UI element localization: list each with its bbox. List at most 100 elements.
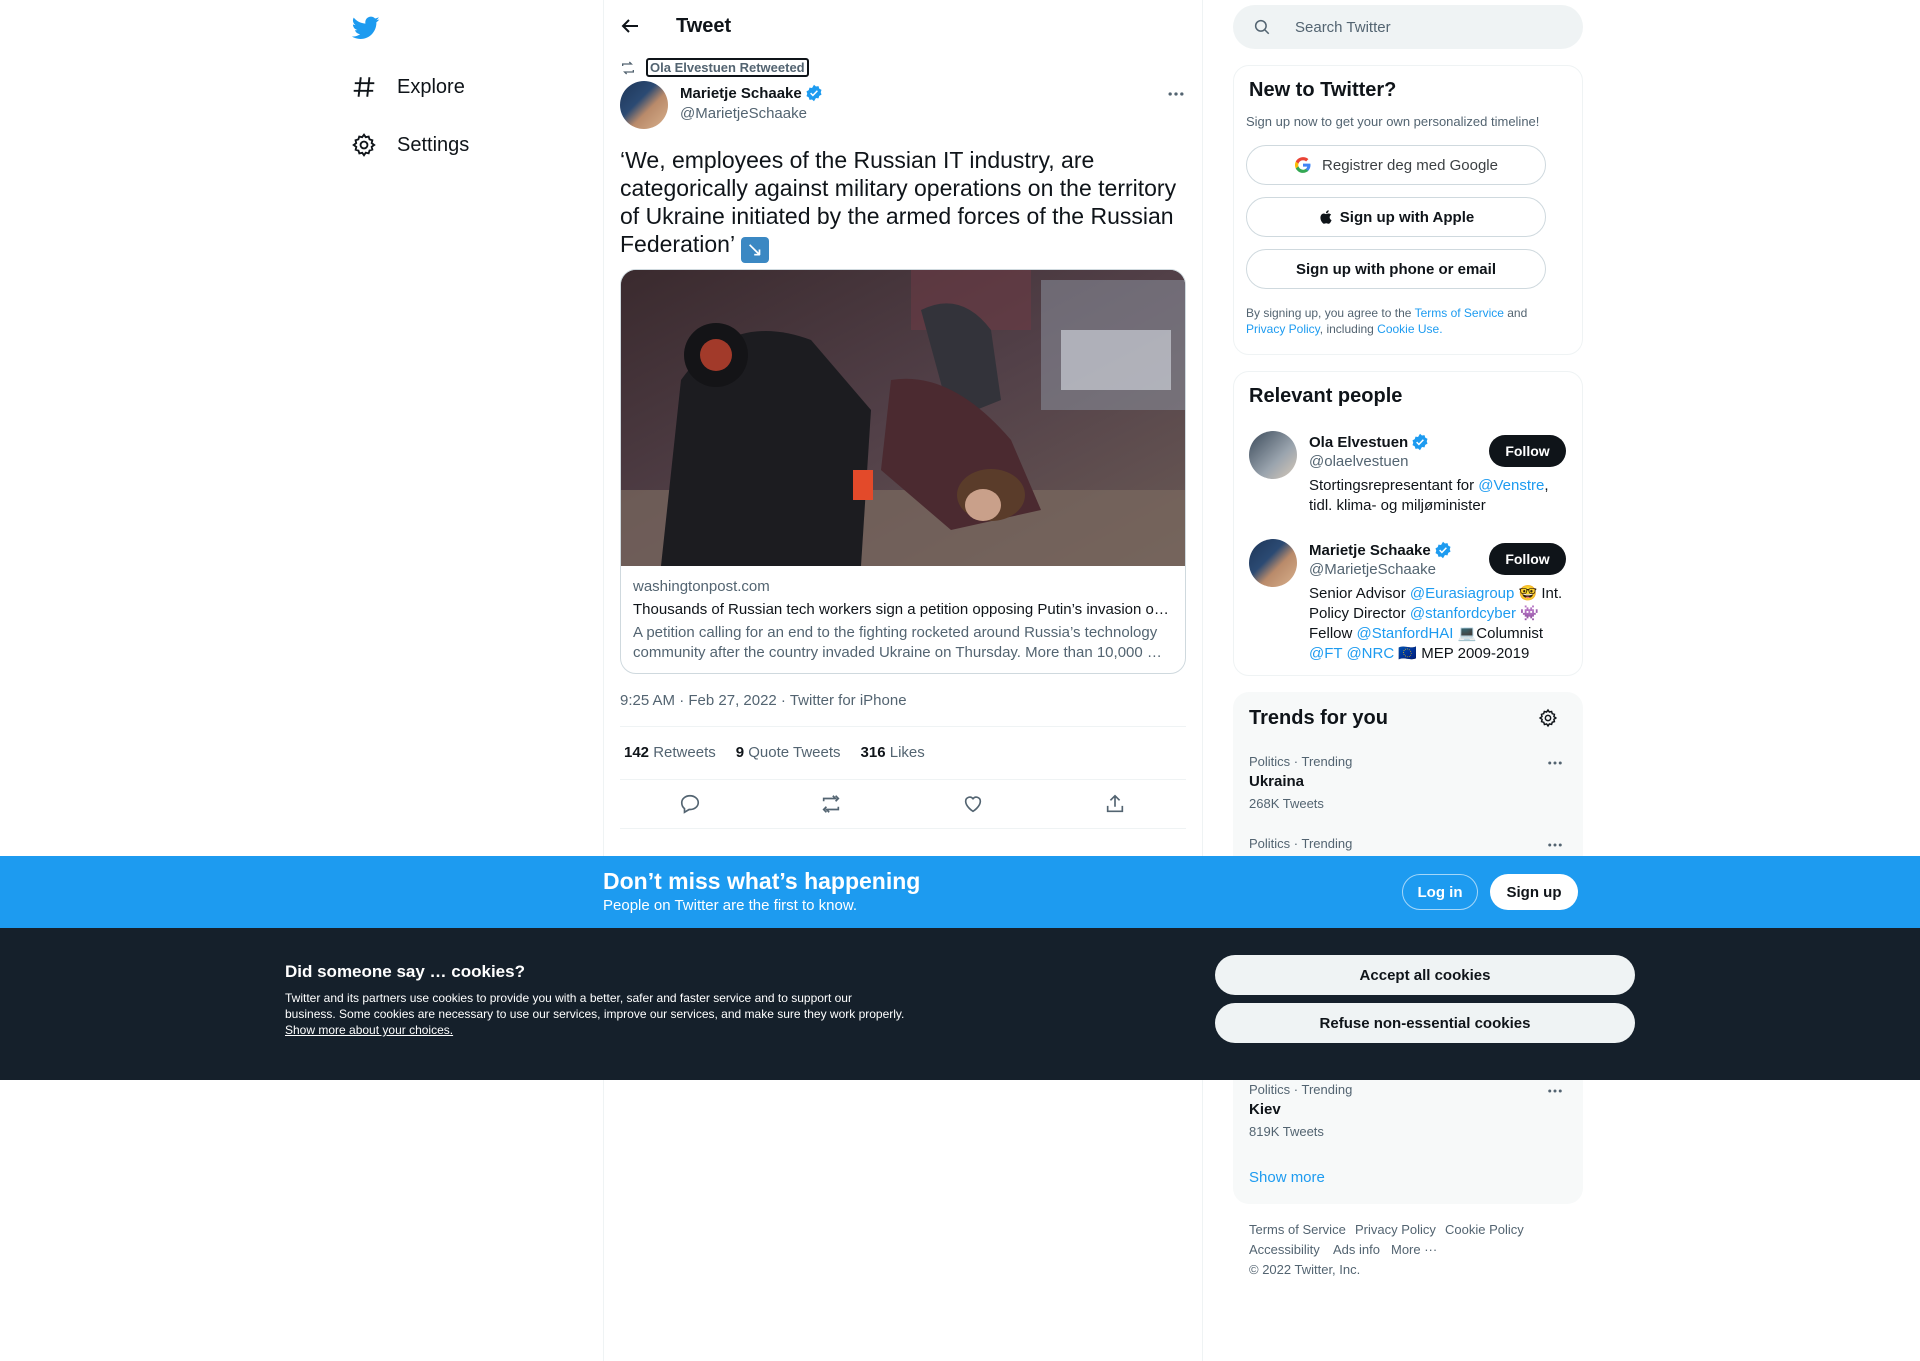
back-arrow-icon[interactable] xyxy=(618,14,642,38)
person-name[interactable]: Marietje Schaake xyxy=(1309,541,1452,559)
trend-name[interactable]: Ukraina xyxy=(1249,773,1304,790)
cookie-use-link[interactable]: Cookie Use. xyxy=(1377,322,1442,336)
divider xyxy=(620,726,1186,727)
trend-meta: Politics · Trending xyxy=(1249,754,1353,769)
bio-mention-link[interactable]: @StanfordHAI xyxy=(1357,625,1454,642)
trend-more-icon[interactable] xyxy=(1546,754,1566,774)
person-name-text: Ola Elvestuen xyxy=(1309,433,1409,451)
signup-button[interactable]: Sign up xyxy=(1490,874,1578,910)
like-icon[interactable] xyxy=(962,793,984,815)
footer-terms-link[interactable]: Terms of Service xyxy=(1249,1222,1346,1237)
signup-legal: By signing up, you agree to the Terms of… xyxy=(1246,305,1556,337)
trend-count: 268K Tweets xyxy=(1249,796,1324,811)
trend-more-icon[interactable] xyxy=(1546,1082,1566,1102)
retweets-count: 142 xyxy=(624,744,650,761)
gear-icon xyxy=(351,132,377,158)
likes-label: Likes xyxy=(889,744,925,761)
cookie-choices-link[interactable]: Show more about your choices. xyxy=(285,1023,453,1037)
privacy-link[interactable]: Privacy Policy xyxy=(1246,322,1320,336)
search-box[interactable] xyxy=(1233,5,1583,49)
footer-privacy-link[interactable]: Privacy Policy xyxy=(1355,1222,1436,1237)
trend-more-icon[interactable] xyxy=(1546,836,1566,856)
trend-meta: Politics · Trending xyxy=(1249,1082,1353,1097)
signup-banner xyxy=(0,856,1920,928)
tweet-body: ‘We, employees of the Russian IT industr… xyxy=(620,147,1177,257)
trends-settings-gear-icon[interactable] xyxy=(1538,708,1558,728)
verified-badge-icon xyxy=(1434,541,1452,559)
search-input[interactable] xyxy=(1295,18,1555,36)
bio-text: 💻Columnist xyxy=(1453,625,1543,642)
bio-text: 🇪🇺 MEP 2009-2019 xyxy=(1394,645,1530,662)
likes-stat[interactable]: 316 Likes xyxy=(861,744,925,761)
apple-signup-button[interactable]: Sign up with Apple xyxy=(1246,197,1546,237)
banner-title: Don’t miss what’s happening xyxy=(603,868,921,894)
trend-name[interactable]: Kiev xyxy=(1249,1101,1281,1118)
bio-mention-link[interactable]: @stanfordcyber xyxy=(1410,605,1516,622)
tweet-meta[interactable]: 9:25 AM · Feb 27, 2022 · Twitter for iPh… xyxy=(620,692,907,709)
quote-tweets-stat[interactable]: 9 Quote Tweets xyxy=(736,744,841,761)
nav-settings-label: Settings xyxy=(397,133,470,156)
bio-mention-link[interactable]: @FT xyxy=(1309,645,1342,662)
login-button[interactable]: Log in xyxy=(1402,874,1478,910)
bio-mention-link[interactable]: @NRC xyxy=(1346,645,1394,662)
person-bio: Senior Advisor @Eurasiagroup 🤓 Int. Poli… xyxy=(1309,584,1569,664)
follow-button[interactable]: Follow xyxy=(1489,435,1566,467)
share-icon[interactable] xyxy=(1104,793,1126,815)
legal-text: By signing up, you agree to the xyxy=(1246,306,1415,320)
terms-link[interactable]: Terms of Service xyxy=(1415,306,1504,320)
relevant-people-title: Relevant people xyxy=(1249,385,1403,407)
person-handle[interactable]: @olaelvestuen xyxy=(1309,453,1408,470)
verified-badge-icon xyxy=(1411,433,1429,451)
author-avatar[interactable] xyxy=(620,81,668,129)
google-signup-label: Registrer deg med Google xyxy=(1322,156,1498,174)
column-divider-left xyxy=(603,0,604,1361)
reply-icon[interactable] xyxy=(679,793,701,815)
link-card[interactable]: washingtonpost.com Thousands of Russian … xyxy=(620,269,1186,674)
bio-mention-link[interactable]: @Venstre xyxy=(1478,477,1544,494)
phone-signup-button[interactable]: Sign up with phone or email xyxy=(1246,249,1546,289)
bio-mention-link[interactable]: @Eurasiagroup xyxy=(1410,585,1514,602)
footer-more-link[interactable]: More ··· xyxy=(1391,1242,1437,1257)
signup-panel-subtitle: Sign up now to get your own personalized… xyxy=(1246,114,1540,129)
show-more-link[interactable]: Show more xyxy=(1249,1169,1325,1186)
author-handle[interactable]: @MarietjeSchaake xyxy=(680,105,807,122)
footer-ads-link[interactable]: Ads info xyxy=(1333,1242,1380,1257)
banner-subtitle: People on Twitter are the first to know. xyxy=(603,897,858,914)
google-signup-button[interactable]: Registrer deg med Google xyxy=(1246,145,1546,185)
likes-count: 316 xyxy=(860,744,886,761)
retweeted-by-label[interactable]: Ola Elvestuen Retweeted xyxy=(646,58,809,77)
cookie-title: Did someone say … cookies? xyxy=(285,962,525,981)
more-options-icon[interactable] xyxy=(1166,84,1186,104)
person-avatar[interactable] xyxy=(1249,431,1297,479)
twitter-logo-icon[interactable] xyxy=(351,14,381,42)
retweet-icon xyxy=(620,60,636,76)
footer-cookie-link[interactable]: Cookie Policy xyxy=(1445,1222,1524,1237)
person-name[interactable]: Ola Elvestuen xyxy=(1309,433,1429,451)
arrow-down-right-emoji: ↘ xyxy=(740,237,769,263)
tweet-text: ‘We, employees of the Russian IT industr… xyxy=(620,146,1190,263)
retweets-stat[interactable]: 142 Retweets xyxy=(624,744,716,761)
hashtag-icon xyxy=(351,74,377,100)
retweet-action-icon[interactable] xyxy=(820,793,842,815)
legal-text: and xyxy=(1503,306,1528,320)
follow-button[interactable]: Follow xyxy=(1489,543,1566,575)
card-description: A petition calling for an end to the fig… xyxy=(633,624,1162,661)
author-name-text: Marietje Schaake xyxy=(680,84,802,102)
apple-icon xyxy=(1318,208,1334,226)
person-avatar[interactable] xyxy=(1249,539,1297,587)
nav-explore[interactable]: Explore xyxy=(351,67,465,107)
accept-cookies-button[interactable]: Accept all cookies xyxy=(1215,955,1635,995)
footer-copyright: © 2022 Twitter, Inc. xyxy=(1249,1262,1361,1277)
quotes-label: Quote Tweets xyxy=(748,744,841,761)
footer-accessibility-link[interactable]: Accessibility xyxy=(1249,1242,1320,1257)
page-title: Tweet xyxy=(676,15,732,37)
author-name[interactable]: Marietje Schaake xyxy=(680,84,823,102)
refuse-cookies-button[interactable]: Refuse non-essential cookies xyxy=(1215,1003,1635,1043)
person-handle[interactable]: @MarietjeSchaake xyxy=(1309,561,1436,578)
apple-signup-label: Sign up with Apple xyxy=(1339,208,1475,226)
person-bio: Stortingsrepresentant for @Venstre, tidl… xyxy=(1309,476,1569,516)
nav-settings[interactable]: Settings xyxy=(351,125,469,165)
divider xyxy=(620,828,1186,829)
card-domain: washingtonpost.com xyxy=(633,578,770,595)
retweet-context[interactable]: Ola Elvestuen Retweeted xyxy=(620,58,809,77)
